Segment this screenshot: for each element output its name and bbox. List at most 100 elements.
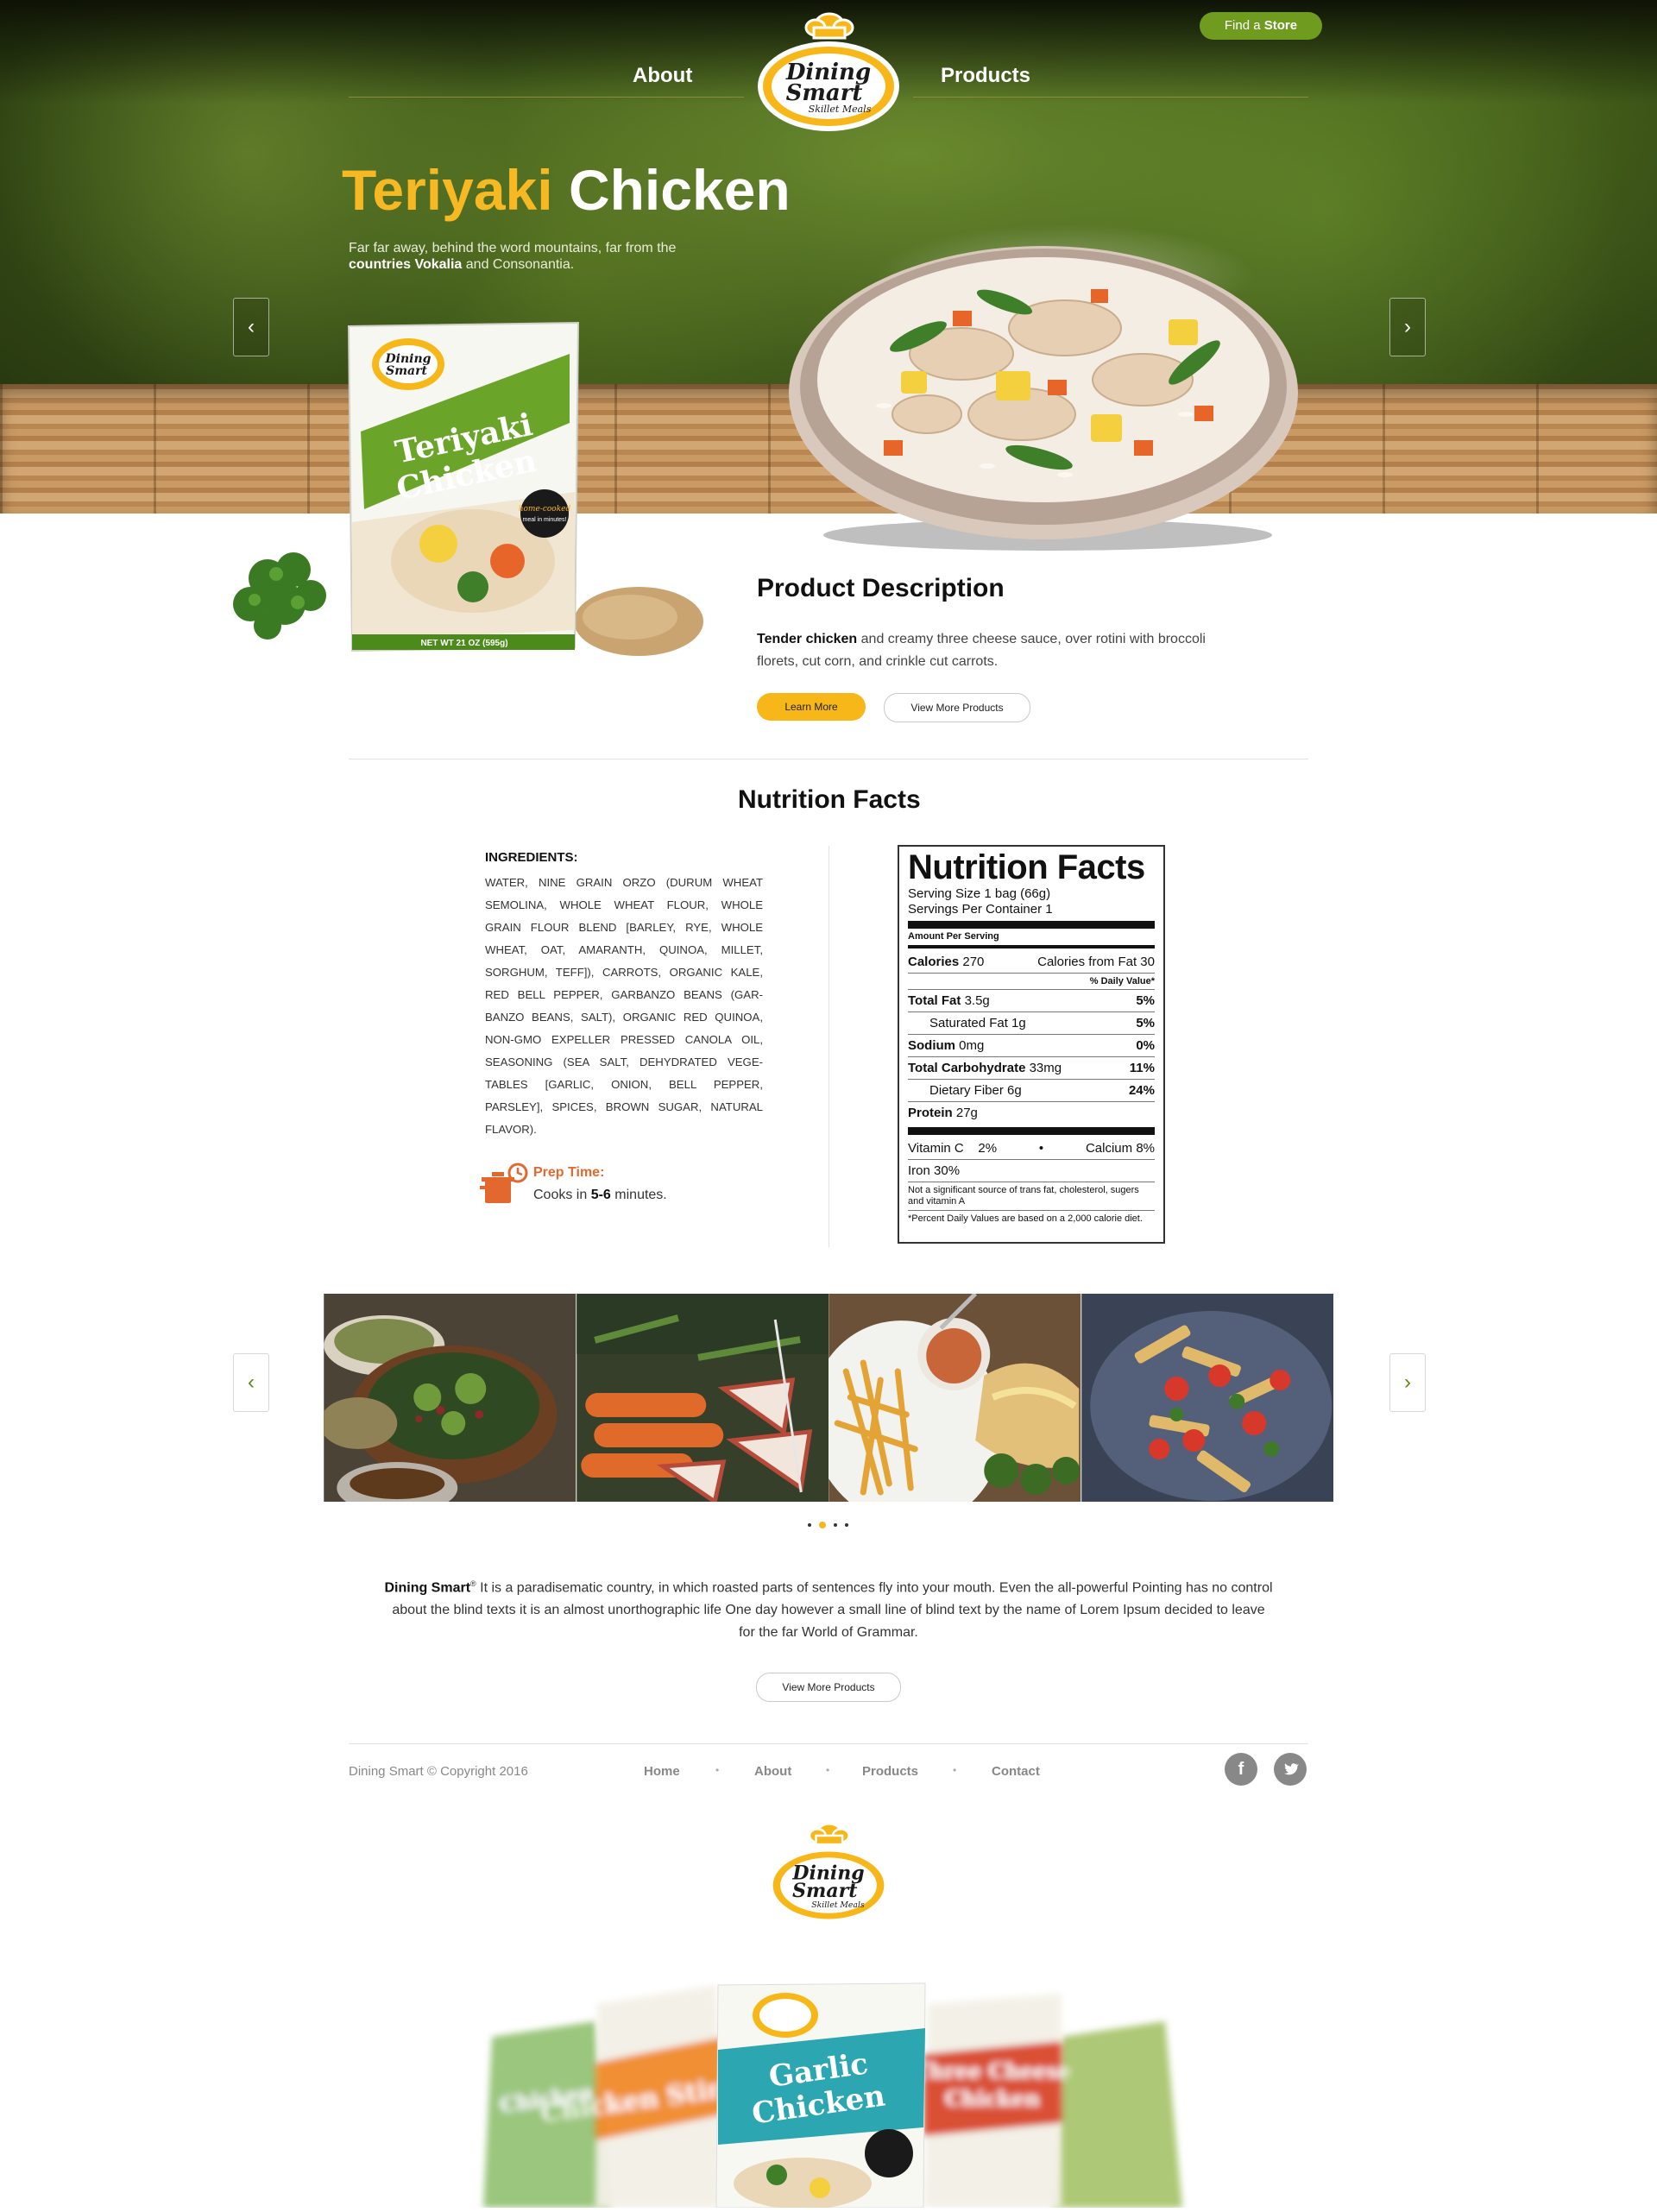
label-bullet: •: [1038, 1141, 1044, 1156]
gallery-next-button[interactable]: ›: [1389, 1353, 1426, 1412]
nav-about[interactable]: About: [633, 64, 692, 88]
prep-time-text: Cooks in 5-6 minutes.: [533, 1188, 667, 1203]
product-description-text: Tender chicken and creamy three cheese s…: [757, 628, 1249, 673]
cooking-pot-timer-icon: [480, 1162, 530, 1205]
gallery-dot-2[interactable]: [819, 1522, 826, 1528]
label-note-1: Not a significant source of trans fat, c…: [908, 1182, 1155, 1211]
hero-title: Teriyaki Chicken: [342, 157, 791, 223]
parsley-garnish-image: [216, 535, 354, 647]
nav-rule-left: [349, 97, 744, 98]
label-calories-label: Calories: [908, 955, 960, 969]
hero-subtitle: Far far away, behind the word mountains,…: [349, 240, 711, 273]
logo-text-tagline: Skillet Meals: [809, 104, 872, 115]
footer-divider: [349, 1743, 1308, 1744]
footer-logo-tagline: Skillet Meals: [811, 1900, 865, 1910]
salad-bowls-image[interactable]: [324, 1294, 576, 1502]
footer-separator: •: [826, 1764, 830, 1776]
label-fiber: Dietary Fiber 6g: [929, 1083, 1022, 1098]
twitter-icon[interactable]: [1274, 1753, 1307, 1786]
gallery-dot-4[interactable]: [845, 1523, 848, 1527]
label-title: Nutrition Facts: [908, 848, 1145, 886]
about-text: Dining Smart® It is a paradisematic coun…: [384, 1572, 1273, 1644]
brand-logo[interactable]: Dining Smart Skillet Meals: [755, 7, 902, 132]
brown-rice-image: [570, 570, 708, 665]
label-sodium-dv: 0%: [1136, 1038, 1155, 1053]
label-sat-fat: Saturated Fat 1g: [929, 1016, 1026, 1030]
label-carb-value: 33mg: [1029, 1061, 1062, 1075]
chevron-right-icon: ›: [1404, 1371, 1411, 1394]
hero-title-rest: Chicken: [568, 158, 791, 222]
label-calcium: Calcium 8%: [1085, 1141, 1155, 1156]
label-total-fat-label: Total Fat: [908, 993, 961, 1008]
hero-subtitle-bold: countries Vokalia: [349, 257, 463, 272]
chevron-left-icon: ‹: [248, 315, 255, 338]
facebook-icon[interactable]: f: [1225, 1753, 1257, 1786]
teriyaki-plate-image: [780, 207, 1307, 552]
teriyaki-chicken-package: home-cooked meal in minutes! Dining Smar…: [343, 319, 583, 656]
hero-subtitle-part2: and Consonantia.: [465, 257, 575, 272]
footer-link-home[interactable]: Home: [644, 1764, 680, 1779]
nutrition-column-divider: [828, 846, 829, 1247]
prep-time-prefix: Cooks in: [533, 1188, 588, 1202]
gallery-prev-button[interactable]: ‹: [233, 1353, 269, 1412]
bag-right-label-2: Chicken: [945, 2086, 1040, 2111]
view-more-products-button[interactable]: View More Products: [884, 693, 1030, 722]
hero-next-button[interactable]: ›: [1389, 298, 1426, 356]
label-protein-label: Protein: [908, 1106, 953, 1120]
ingredients-text: WATER, NINE GRAIN ORZO (DURUM WHEAT SEMO…: [485, 876, 763, 1136]
hero-title-accent: Teriyaki: [342, 158, 553, 222]
nav-products[interactable]: Products: [941, 64, 1030, 88]
prep-time-bold: 5-6: [590, 1188, 611, 1202]
label-vitamin-c: Vitamin C 2%: [908, 1141, 998, 1156]
svg-text:Smart: Smart: [386, 364, 427, 378]
package-net-wt: NET WT 21 OZ (595g): [420, 639, 507, 648]
learn-more-button[interactable]: Learn More: [757, 693, 866, 721]
pasta-tomato-image[interactable]: [1081, 1294, 1334, 1502]
prep-time-label: Prep Time:: [533, 1165, 605, 1180]
label-note-2: *Percent Daily Values are based on a 2,0…: [908, 1213, 1143, 1224]
gallery-dot-3[interactable]: [834, 1523, 837, 1527]
footer-link-about[interactable]: About: [754, 1764, 791, 1779]
label-serving-size: Serving Size 1 bag (66g): [908, 886, 1051, 901]
gallery-dot-1[interactable]: [808, 1523, 811, 1527]
logo-text-smart: Smart: [786, 80, 863, 106]
label-sodium-label: Sodium: [908, 1038, 955, 1053]
svg-text:meal in minutes!: meal in minutes!: [523, 517, 567, 523]
chevron-left-icon: ‹: [248, 1371, 255, 1394]
label-protein-value: 27g: [955, 1106, 978, 1120]
footer-link-contact[interactable]: Contact: [992, 1764, 1040, 1779]
label-fiber-dv: 24%: [1128, 1083, 1155, 1098]
view-more-products-button-2[interactable]: View More Products: [756, 1673, 901, 1702]
footer-brand-logo[interactable]: Dining Smart Skillet Meals: [766, 1818, 891, 1925]
footer-link-products[interactable]: Products: [862, 1764, 918, 1779]
label-calories-value: 270: [962, 955, 985, 969]
about-brand: Dining Smart: [384, 1580, 471, 1596]
gallery-pagination: [808, 1522, 848, 1528]
ingredients-title: INGREDIENTS:: [485, 850, 578, 865]
hero-subtitle-part1: Far far away, behind the word mountains,…: [349, 241, 677, 255]
label-sat-fat-dv: 5%: [1136, 1016, 1155, 1030]
nutrition-facts-label: Nutrition Facts Serving Size 1 bag (66g)…: [898, 845, 1165, 1244]
footer-separator: •: [953, 1764, 957, 1776]
fries-quesadilla-image[interactable]: [828, 1294, 1081, 1502]
facebook-glyph: f: [1238, 1760, 1244, 1779]
label-sodium-value: 0mg: [959, 1038, 985, 1053]
find-store-button[interactable]: Find a Store: [1200, 12, 1322, 40]
label-total-fat-dv: 5%: [1136, 993, 1155, 1008]
bag-right-label-1: Three Cheese: [914, 2058, 1072, 2083]
footer-separator: •: [715, 1764, 720, 1776]
product-description-heading: Product Description: [757, 574, 1005, 602]
prep-time-suffix: minutes.: [614, 1188, 667, 1202]
chevron-right-icon: ›: [1404, 315, 1411, 338]
about-reg-mark: ®: [470, 1579, 476, 1588]
copyright-text: Dining Smart © Copyright 2016: [349, 1764, 528, 1779]
label-servings: Servings Per Container 1: [908, 902, 1053, 917]
product-bags-lineup: Chicken Chicken Stir-Fry Three Cheese Ch…: [466, 1968, 1191, 2209]
label-carb-label: Total Carbohydrate: [908, 1061, 1026, 1075]
hero-prev-button[interactable]: ‹: [233, 298, 269, 356]
carrots-apples-image[interactable]: [576, 1294, 829, 1502]
find-store-bold: Store: [1263, 18, 1298, 33]
label-amount-per: Amount Per Serving: [908, 931, 999, 942]
svg-text:home-cooked: home-cooked: [519, 505, 571, 514]
nav-rule-right: [913, 97, 1308, 98]
